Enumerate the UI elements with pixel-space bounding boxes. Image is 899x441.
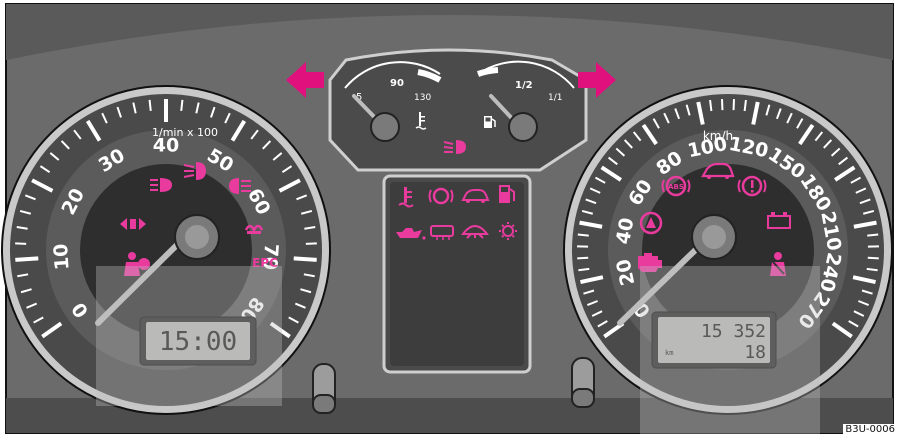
instrument-cluster-figure: 01020304050607080 1/min x 100 EPC xyxy=(0,0,899,437)
fuel-label-full: 1/1 xyxy=(548,93,562,103)
temp-label-mid: 90 xyxy=(390,78,404,89)
center-warning-panel xyxy=(384,176,530,372)
svg-text:ABS: ABS xyxy=(668,183,684,191)
highlight-right xyxy=(640,266,820,434)
fuel-hub xyxy=(509,113,537,141)
temp-hub xyxy=(371,113,399,141)
tach-scale-label: 10 xyxy=(50,243,74,271)
trip-reset-knob[interactable] xyxy=(572,358,594,407)
center-gauge-pod: 5 90 130 1/2 1/1 xyxy=(330,50,586,170)
speed-unit-label: km/h xyxy=(703,129,733,143)
figure-code: B3U-0006 xyxy=(843,424,897,435)
highlight-left xyxy=(96,266,282,406)
clock-adjust-knob[interactable] xyxy=(313,364,335,413)
temp-label-high: 130 xyxy=(414,93,431,103)
speed-scale-label: 40 xyxy=(612,216,638,246)
tach-unit-label: 1/min x 100 xyxy=(152,126,218,139)
high-beam-icon xyxy=(150,178,172,192)
fuel-label-half: 1/2 xyxy=(515,80,533,91)
instrument-cluster: 01020304050607080 1/min x 100 EPC xyxy=(0,0,899,437)
